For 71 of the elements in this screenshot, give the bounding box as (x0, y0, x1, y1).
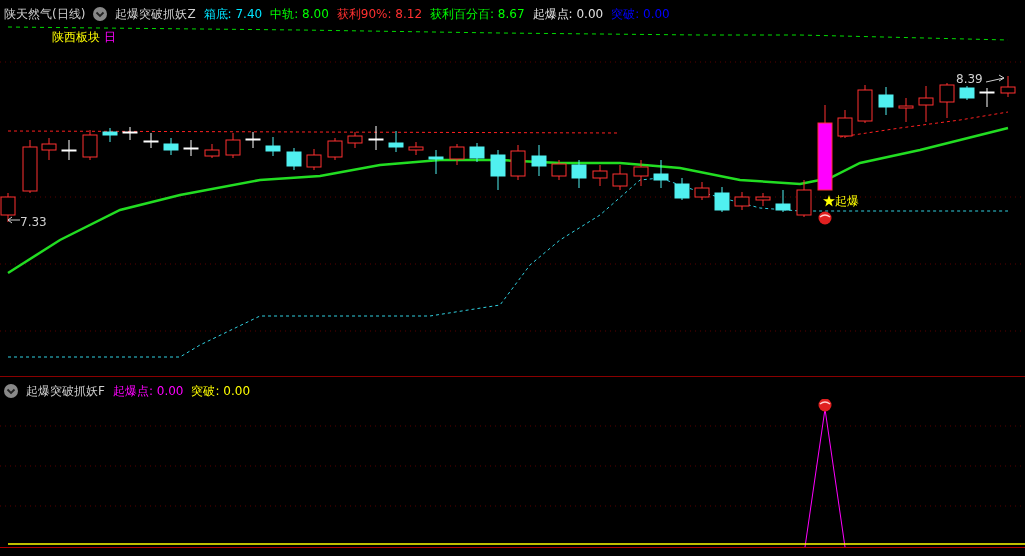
candle (734, 191, 750, 211)
indicator-readout: 起爆点: 0.00 (532, 6, 604, 22)
indicator-readout: 突破: 0.00 (611, 6, 670, 22)
candle (122, 126, 138, 141)
candle (61, 139, 77, 161)
candle (306, 148, 322, 171)
candle (898, 97, 914, 123)
candle (347, 131, 363, 149)
indicator-name: 起爆突破抓妖F (26, 383, 105, 399)
candle (674, 177, 690, 201)
candle (428, 149, 444, 175)
candle (694, 181, 710, 201)
candle (878, 86, 894, 116)
candle (388, 130, 404, 153)
candle (408, 141, 424, 156)
high-price-label: 8.39 (956, 72, 983, 86)
candle (265, 136, 281, 157)
indicator-readout: 突破: 0.00 (191, 383, 251, 399)
candle (775, 189, 791, 213)
candle (857, 84, 873, 124)
low-price-label: 7.33 (20, 215, 47, 229)
candle (0, 192, 16, 223)
candle (653, 159, 669, 189)
candle (510, 144, 526, 181)
candle (327, 137, 343, 161)
candle (837, 109, 853, 139)
candle (41, 137, 57, 161)
candle (22, 139, 38, 194)
candle (939, 82, 955, 119)
signal-label: 起爆 (835, 194, 859, 208)
candle (714, 186, 730, 213)
candle (102, 127, 118, 143)
candle (796, 179, 812, 218)
candle (959, 85, 975, 101)
arrow-icon (7, 216, 21, 224)
candle (592, 164, 608, 187)
candle (1000, 75, 1016, 98)
candle (571, 159, 587, 189)
candle (531, 144, 547, 177)
indicator-readout: 获利百分百: 8.67 (430, 6, 525, 22)
candle (755, 192, 771, 207)
candle (183, 139, 199, 157)
ball-icon (818, 211, 832, 225)
chevron-icon[interactable] (4, 384, 18, 398)
candle (449, 143, 465, 166)
candle (979, 87, 995, 108)
candle (469, 142, 485, 163)
candle (551, 159, 567, 181)
candle (225, 132, 241, 159)
period-label: 日 (103, 30, 116, 44)
sector-label: 陕西板块 (52, 30, 100, 44)
candle (82, 129, 98, 161)
candle (612, 164, 628, 191)
candle (633, 159, 649, 187)
candle (143, 132, 159, 149)
indicator-name: 起爆突破抓妖Z (115, 6, 196, 22)
candle (204, 143, 220, 159)
indicator-readout: 中轨: 8.00 (270, 6, 329, 22)
star-icon (823, 195, 835, 207)
indicator-readout: 获利90%: 8.12 (336, 6, 422, 22)
candle (490, 149, 506, 191)
chevron-icon[interactable] (93, 7, 108, 21)
indicator-readout: 起爆点: 0.00 (112, 383, 184, 399)
candle (163, 137, 179, 156)
candle (286, 147, 302, 171)
indicator-readout: 箱底: 7.40 (203, 6, 263, 22)
candle (368, 125, 384, 151)
stock-title: 陕天然气(日线) (4, 6, 86, 22)
candle (245, 131, 261, 149)
arrow-icon (985, 74, 1005, 83)
candle (918, 85, 934, 123)
